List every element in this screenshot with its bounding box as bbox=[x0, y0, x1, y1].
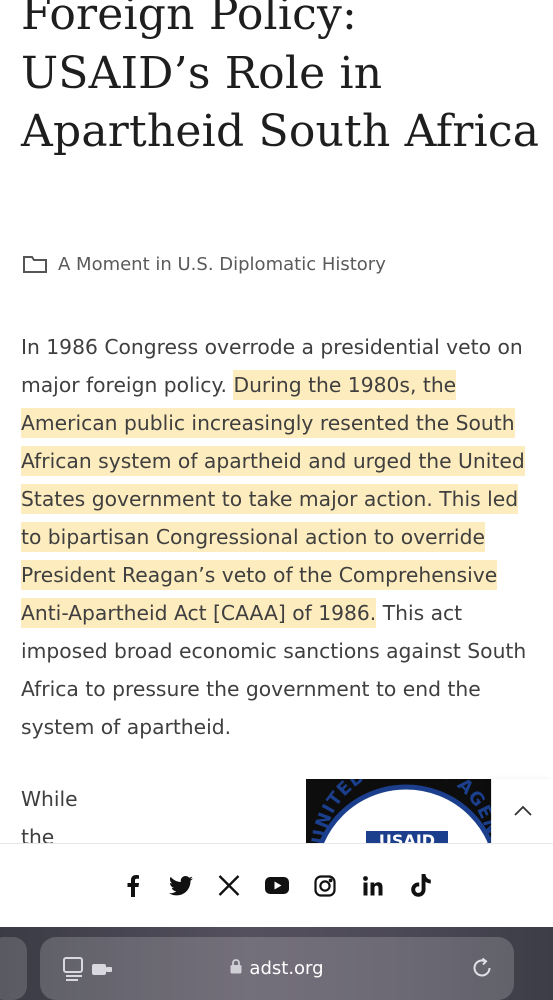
lock-icon bbox=[230, 958, 242, 979]
url-text: adst.org bbox=[249, 958, 324, 979]
twitter-icon[interactable] bbox=[167, 872, 195, 900]
browser-toolbar: adst.org bbox=[0, 927, 553, 1000]
article-paragraph: In 1986 Congress overrode a presidential… bbox=[21, 328, 536, 746]
category-label: A Moment in U.S. Diplomatic History bbox=[58, 253, 386, 275]
folder-icon bbox=[22, 253, 48, 275]
logo-badge: USAID bbox=[379, 831, 435, 843]
instagram-icon[interactable] bbox=[311, 872, 339, 900]
previous-tab-pill[interactable] bbox=[0, 937, 27, 1000]
highlighted-text: During the 1980s, the American public in… bbox=[21, 370, 525, 628]
x-icon[interactable] bbox=[215, 872, 243, 900]
url-display[interactable]: adst.org bbox=[40, 937, 514, 1000]
back-to-top-button[interactable] bbox=[491, 779, 553, 843]
address-bar[interactable]: adst.org bbox=[40, 937, 514, 1000]
facebook-icon[interactable] bbox=[119, 872, 147, 900]
social-share-bar bbox=[0, 843, 553, 927]
reload-icon[interactable] bbox=[470, 956, 494, 984]
article-title: Foreign Policy: USAID’s Role in Aparthei… bbox=[21, 0, 540, 157]
chevron-up-icon bbox=[513, 802, 533, 821]
tiktok-icon[interactable] bbox=[407, 872, 435, 900]
youtube-icon[interactable] bbox=[263, 872, 291, 900]
linkedin-icon[interactable] bbox=[359, 872, 387, 900]
usaid-logo: UNITED STATES AGENCY USAID bbox=[306, 779, 491, 843]
category-link[interactable]: A Moment in U.S. Diplomatic History bbox=[22, 250, 386, 278]
